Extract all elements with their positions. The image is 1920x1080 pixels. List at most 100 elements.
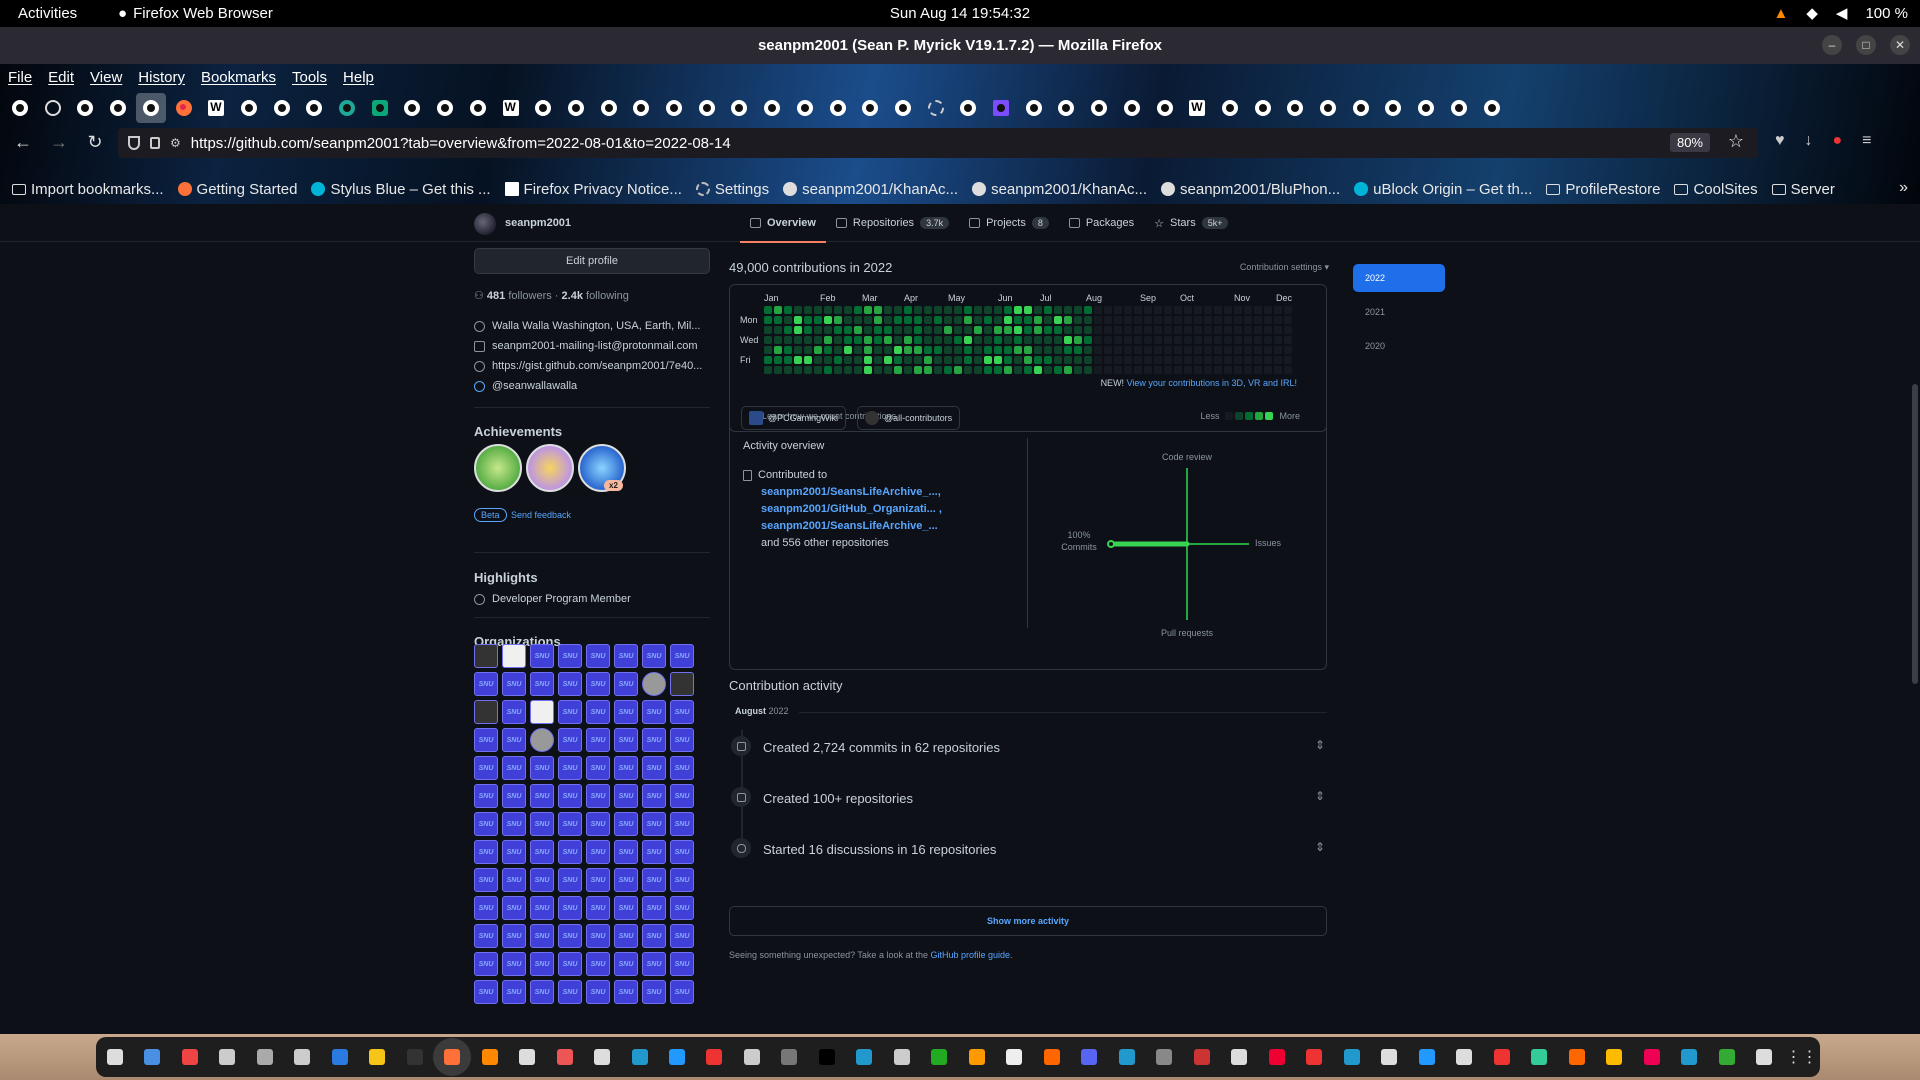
organization-avatar[interactable]: SNU [614, 644, 638, 668]
contribution-day[interactable] [894, 346, 902, 354]
contribution-day[interactable] [864, 366, 872, 374]
tab-github-17[interactable] [564, 96, 588, 120]
contribution-day[interactable] [1064, 326, 1072, 334]
contribution-day[interactable] [1184, 326, 1192, 334]
contribution-day[interactable] [1084, 306, 1092, 314]
repo-link-3[interactable]: seanpm2001/SeansLifeArchive_... [743, 518, 942, 535]
organization-avatar[interactable]: SNU [502, 896, 526, 920]
organization-avatar[interactable]: SNU [558, 728, 582, 752]
organization-avatar[interactable]: SNU [474, 728, 498, 752]
dock-app-icon[interactable] [1258, 1038, 1295, 1076]
contribution-day[interactable] [1144, 316, 1152, 324]
dock-app-icon[interactable] [846, 1038, 883, 1076]
contribution-day[interactable] [1164, 346, 1172, 354]
contribution-day[interactable] [764, 356, 772, 364]
dock-app-icon[interactable] [958, 1038, 995, 1076]
contribution-day[interactable] [1074, 316, 1082, 324]
organization-avatar[interactable]: SNU [586, 868, 610, 892]
contribution-day[interactable] [934, 316, 942, 324]
contribution-day[interactable] [1174, 326, 1182, 334]
contribution-day[interactable] [1234, 366, 1242, 374]
organization-avatar[interactable]: SNU [558, 672, 582, 696]
contribution-day[interactable] [1084, 366, 1092, 374]
contribution-day[interactable] [894, 356, 902, 364]
organization-avatar[interactable]: SNU [642, 896, 666, 920]
tab-teal-10[interactable] [335, 96, 359, 120]
organization-avatar[interactable]: SNU [614, 812, 638, 836]
contribution-day[interactable] [934, 356, 942, 364]
contribution-day[interactable] [774, 306, 782, 314]
organization-avatar[interactable]: SNU [474, 924, 498, 948]
contribution-day[interactable] [784, 316, 792, 324]
contribution-day[interactable] [1074, 366, 1082, 374]
contribution-day[interactable] [794, 306, 802, 314]
organization-avatar[interactable]: SNU [530, 644, 554, 668]
contribution-day[interactable] [984, 356, 992, 364]
contribution-day[interactable] [854, 326, 862, 334]
contribution-day[interactable] [1034, 366, 1042, 374]
bookmark-bluphon[interactable]: seanpm2001/BluPhon... [1161, 181, 1340, 198]
contribution-day[interactable] [884, 336, 892, 344]
organization-avatar[interactable]: SNU [558, 756, 582, 780]
contribution-day[interactable] [1094, 366, 1102, 374]
contribution-day[interactable] [884, 346, 892, 354]
contribution-day[interactable] [1284, 336, 1292, 344]
tab-github-4[interactable] [135, 93, 166, 123]
tab-projects[interactable]: Projects 8 [959, 204, 1059, 242]
bookmark-folder-profilerestore[interactable]: ProfileRestore [1546, 181, 1660, 198]
contribution-day[interactable] [1014, 316, 1022, 324]
organization-avatar[interactable]: SNU [502, 728, 526, 752]
contribution-day[interactable] [794, 356, 802, 364]
contribution-day[interactable] [774, 346, 782, 354]
wifi-icon[interactable]: ◆ [1806, 4, 1818, 22]
contribution-day[interactable] [1184, 346, 1192, 354]
tab-packages[interactable]: Packages [1059, 204, 1144, 242]
contribution-day[interactable] [834, 346, 842, 354]
dock-app-icon[interactable] [1520, 1038, 1557, 1076]
contribution-day[interactable] [804, 316, 812, 324]
contribution-day[interactable] [864, 326, 872, 334]
contribution-day[interactable] [1014, 366, 1022, 374]
contribution-day[interactable] [1044, 316, 1052, 324]
volume-icon[interactable]: ◀ [1836, 4, 1848, 22]
contribution-day[interactable] [1154, 366, 1162, 374]
contribution-day[interactable] [874, 326, 882, 334]
contribution-day[interactable] [1224, 356, 1232, 364]
contribution-day[interactable] [824, 366, 832, 374]
contribution-day[interactable] [974, 316, 982, 324]
contribution-day[interactable] [1114, 316, 1122, 324]
contribution-day[interactable] [924, 336, 932, 344]
contribution-day[interactable] [1094, 336, 1102, 344]
organization-avatar[interactable]: SNU [642, 644, 666, 668]
contribution-day[interactable] [974, 336, 982, 344]
reload-button[interactable]: ↻ [80, 132, 110, 153]
dock-app-icon[interactable] [1333, 1038, 1370, 1076]
tab-github-18[interactable] [597, 96, 621, 120]
contribution-day[interactable] [904, 316, 912, 324]
contribution-day[interactable] [1174, 336, 1182, 344]
contribution-day[interactable] [1144, 346, 1152, 354]
year-2022[interactable]: 2022 [1353, 264, 1445, 292]
contribution-day[interactable] [1024, 326, 1032, 334]
organization-avatar[interactable]: SNU [642, 840, 666, 864]
organization-avatar[interactable]: SNU [586, 896, 610, 920]
organization-avatar[interactable]: SNU [586, 840, 610, 864]
contribution-day[interactable] [994, 346, 1002, 354]
contribution-day[interactable] [1034, 326, 1042, 334]
contribution-day[interactable] [1194, 336, 1202, 344]
organization-avatar[interactable]: SNU [502, 980, 526, 1004]
maximize-button[interactable]: □ [1856, 35, 1876, 55]
contribution-day[interactable] [824, 336, 832, 344]
tab-github-0[interactable] [8, 96, 32, 120]
contribution-day[interactable] [1264, 336, 1272, 344]
contribution-day[interactable] [794, 336, 802, 344]
contribution-day[interactable] [874, 306, 882, 314]
contribution-day[interactable] [1204, 316, 1212, 324]
contribution-day[interactable] [944, 306, 952, 314]
menu-edit[interactable]: Edit [48, 69, 74, 86]
organization-avatar[interactable]: SNU [502, 756, 526, 780]
contribution-day[interactable] [1264, 356, 1272, 364]
tab-github-21[interactable] [695, 96, 719, 120]
contribution-day[interactable] [1064, 356, 1072, 364]
contribution-day[interactable] [894, 336, 902, 344]
